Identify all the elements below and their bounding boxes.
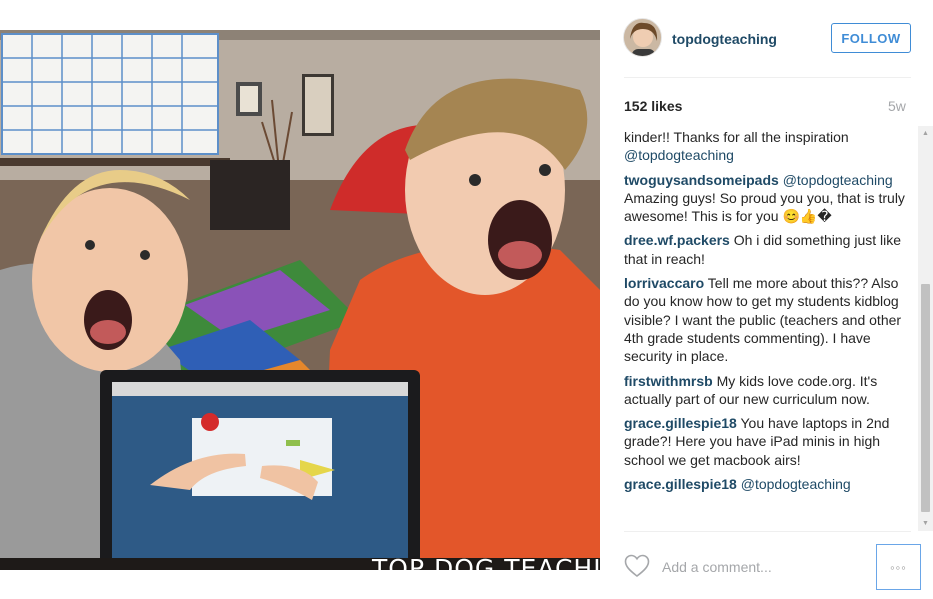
more-options-icon[interactable]: ◦◦◦ (876, 544, 921, 590)
comment-item: grace.gillespie18 You have laptops in 2n… (624, 414, 916, 469)
post-sidebar: topdogteaching FOLLOW 152 likes 5w kinde… (600, 0, 933, 599)
footer-divider (624, 531, 911, 532)
comment-item: kinder!! Thanks for all the inspiration … (624, 128, 916, 165)
comment-author[interactable]: grace.gillespie18 (624, 415, 737, 431)
comment-author[interactable]: dree.wf.packers (624, 232, 730, 248)
comment-mention[interactable]: @topdogteaching (779, 172, 893, 188)
photo-scene (0, 30, 600, 570)
comment-author[interactable]: grace.gillespie18 (624, 476, 737, 492)
scroll-up-icon[interactable]: ▲ (918, 126, 933, 141)
photo-watermark: TOP DOG TEACHING (372, 554, 600, 570)
comment-item: dree.wf.packers Oh i did something just … (624, 231, 916, 268)
header-divider (624, 77, 911, 78)
comment-item: twoguysandsomeipads @topdogteaching Amaz… (624, 171, 916, 226)
comment-mention[interactable]: @topdogteaching (741, 476, 851, 492)
comment-input[interactable] (662, 556, 862, 578)
comment-item: grace.gillespie18 @topdogteaching (624, 475, 916, 493)
follow-button[interactable]: FOLLOW (831, 23, 911, 53)
username[interactable]: topdogteaching (672, 31, 777, 47)
scrollbar-thumb[interactable] (921, 284, 930, 512)
post-header: topdogteaching FOLLOW (600, 0, 933, 78)
scroll-down-icon[interactable]: ▼ (918, 516, 933, 531)
comment-author[interactable]: firstwithmrsb (624, 373, 713, 389)
comment-author[interactable]: twoguysandsomeipads (624, 172, 779, 188)
comment-author[interactable]: lorrivaccaro (624, 275, 704, 291)
comment-list: kinder!! Thanks for all the inspiration … (624, 128, 916, 518)
heart-icon[interactable] (624, 554, 650, 578)
likes-count[interactable]: 152 likes (624, 98, 682, 114)
comment-item: lorrivaccaro Tell me more about this?? A… (624, 274, 916, 365)
comment-mention[interactable]: @topdogteaching (624, 147, 734, 163)
comment-text: Amazing guys! So proud you you, that is … (624, 189, 905, 225)
post-photo[interactable]: TOP DOG TEACHING (0, 30, 600, 570)
avatar-image-icon (624, 19, 661, 56)
post-age[interactable]: 5w (888, 98, 906, 114)
avatar[interactable] (623, 18, 662, 57)
comment-text: kinder!! Thanks for all the inspiration (624, 129, 849, 145)
comment-item: firstwithmrsb My kids love code.org. It'… (624, 372, 916, 409)
comments-scrollbar[interactable]: ▲ ▼ (918, 126, 933, 531)
